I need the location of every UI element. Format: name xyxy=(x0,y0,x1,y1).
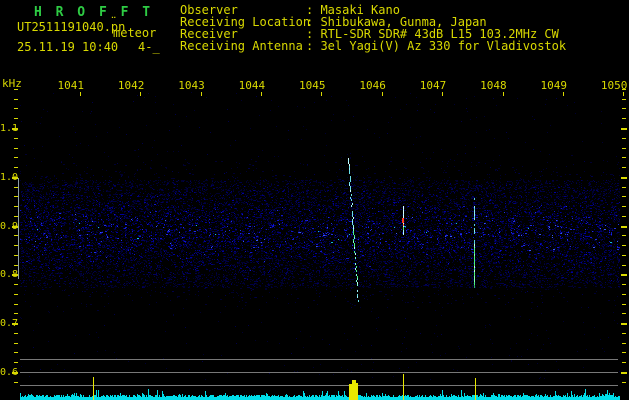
y-axis-tick-right xyxy=(622,245,626,246)
y-axis-tick-right xyxy=(622,284,626,285)
y-axis-tick-right xyxy=(622,118,626,119)
y-axis-label: 0.7 xyxy=(0,318,19,329)
x-axis-tick xyxy=(623,92,624,96)
y-axis-tick-left xyxy=(14,382,18,383)
y-axis-tick-right xyxy=(622,265,626,266)
y-axis-tick-right xyxy=(621,177,627,179)
datetime-label: 25.11.19 10:40 xyxy=(17,40,119,54)
y-axis-tick-right xyxy=(622,89,626,90)
y-axis-label: 1.1 xyxy=(0,123,19,134)
y-axis-tick-right xyxy=(622,157,626,158)
y-axis-tick-right xyxy=(622,304,626,305)
y-axis-tick-right xyxy=(622,206,626,207)
signal-level-strip-canvas xyxy=(20,387,620,400)
y-axis-tick-right xyxy=(622,333,626,334)
band-left-edge-line xyxy=(18,178,19,279)
y-axis-tick-right xyxy=(622,382,626,383)
y-axis-tick-left xyxy=(14,148,18,149)
event-spike xyxy=(356,383,358,400)
y-axis-label: 1.0 xyxy=(0,172,19,183)
y-axis-tick-right xyxy=(622,343,626,344)
y-axis-tick-right xyxy=(621,372,627,374)
level-reference-line xyxy=(20,385,618,386)
y-axis-tick-left xyxy=(14,99,18,100)
y-axis-tick-right xyxy=(622,138,626,139)
y-axis-tick-left xyxy=(14,333,18,334)
y-axis-tick-right xyxy=(622,235,626,236)
y-axis-tick-right xyxy=(622,255,626,256)
y-axis-tick-left xyxy=(14,108,18,109)
y-axis-tick-right xyxy=(622,108,626,109)
y-axis-tick-left xyxy=(14,313,18,314)
event-spike xyxy=(93,377,94,400)
y-axis-tick-right xyxy=(622,148,626,149)
y-axis-label: 0.9 xyxy=(0,221,19,232)
hrofft-screen: H R O F F T UT2511191040.pn ¨ meteor 25.… xyxy=(0,0,629,400)
info-value: 3el Yagi(V) Az 330 for Vladivostok xyxy=(320,39,567,53)
y-axis-tick-left xyxy=(14,284,18,285)
app-title: H R O F F T xyxy=(34,5,154,20)
y-axis-tick-right xyxy=(622,196,626,197)
info-row: Receiving Antenna: 3el Yagi(V) Az 330 fo… xyxy=(180,40,566,52)
y-axis-tick-left xyxy=(14,352,18,353)
y-axis-tick-left xyxy=(14,362,18,363)
info-label: Receiving Antenna xyxy=(180,39,303,53)
y-axis-tick-right xyxy=(621,274,627,276)
y-axis-tick-left xyxy=(14,167,18,168)
y-axis-tick-left xyxy=(14,89,18,90)
y-axis-tick-right xyxy=(622,167,626,168)
station-label: meteor xyxy=(113,26,157,40)
y-axis-tick-right xyxy=(622,216,626,217)
y-axis-tick-left xyxy=(14,118,18,119)
echo-counter: 4-_ xyxy=(138,40,160,54)
y-axis-tick-right xyxy=(622,313,626,314)
level-reference-line xyxy=(20,372,618,373)
y-axis-tick-left xyxy=(14,304,18,305)
receiver-info-block: Observer: Masaki Kano Receiving Location:… xyxy=(180,4,566,52)
info-separator: : xyxy=(306,39,321,53)
level-reference-line xyxy=(20,359,618,360)
y-axis-label: 0.8 xyxy=(0,269,19,280)
y-axis-tick-right xyxy=(621,323,627,325)
y-axis-tick-right xyxy=(621,226,627,228)
y-axis-tick-left xyxy=(14,343,18,344)
y-axis-tick-right xyxy=(622,362,626,363)
y-axis-label: 0.6 xyxy=(0,367,19,378)
y-axis-tick-right xyxy=(622,352,626,353)
spectrogram-canvas xyxy=(20,89,620,385)
y-axis-tick-right xyxy=(622,294,626,295)
event-spike xyxy=(475,378,476,400)
y-axis-unit: kHz xyxy=(2,77,22,90)
y-axis-tick-right xyxy=(622,187,626,188)
event-spike xyxy=(403,374,404,400)
y-axis-tick-right xyxy=(621,128,627,130)
y-axis-tick-right xyxy=(622,99,626,100)
y-axis-tick-left xyxy=(14,157,18,158)
y-axis-tick-left xyxy=(14,138,18,139)
y-axis-tick-left xyxy=(14,294,18,295)
